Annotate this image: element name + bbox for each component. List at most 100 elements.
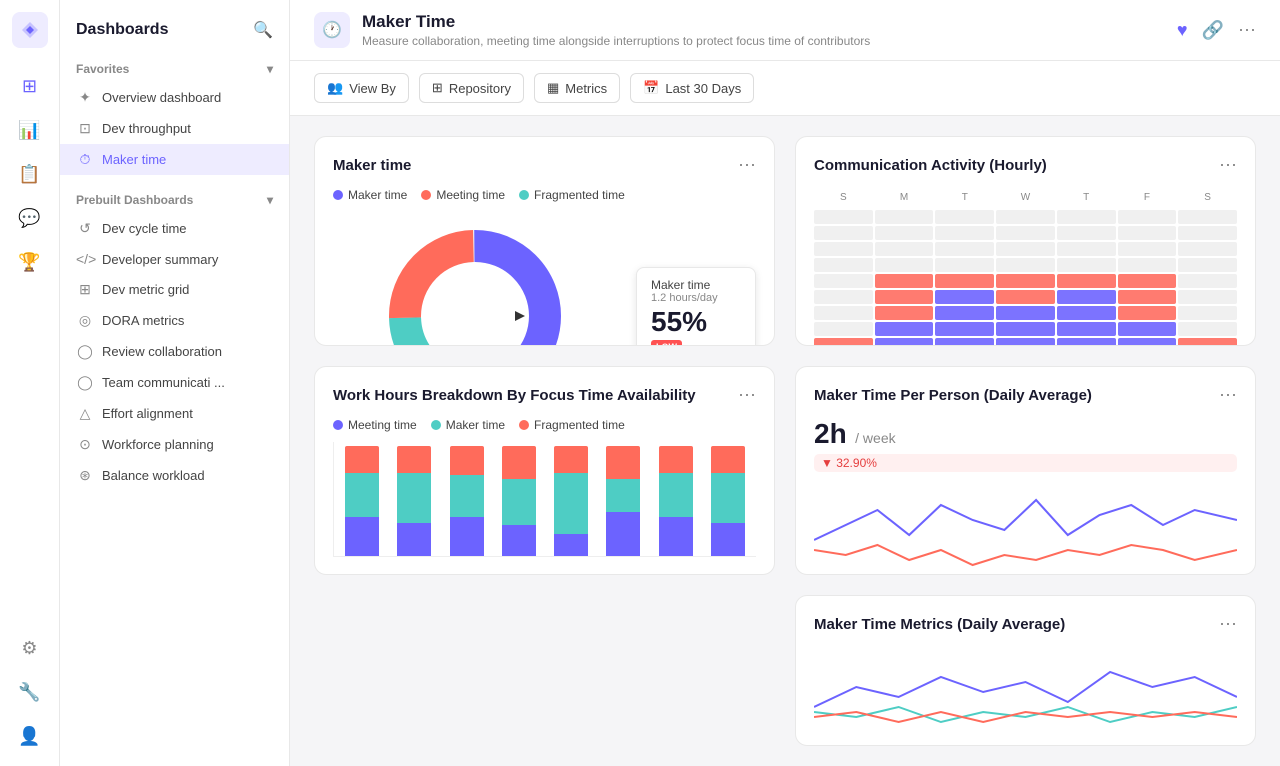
maker-time-icon: ⏱ [76,151,94,168]
bar-segment [397,473,431,523]
heatmap-cell [996,338,1055,346]
heatmap-cell [814,322,873,336]
metrics-label: Metrics [565,81,607,96]
comm-menu-button[interactable]: ⋯ [1219,155,1237,176]
heatmap-cell [996,322,1055,336]
bar-segment [502,525,536,556]
heatmap-cell [1178,242,1237,256]
heatmap-cell [814,274,873,288]
bar-segment [345,473,379,517]
effort-icon: △ [76,405,94,422]
date-range-filter[interactable]: 📅 Last 30 Days [630,73,754,103]
heatmap-cell [875,290,934,304]
heatmap-cell [996,306,1055,320]
sidebar-item-workforce[interactable]: ⊙ Workforce planning [60,429,289,460]
heatmap-cell [814,306,873,320]
metrics-filter[interactable]: ▦ Metrics [534,73,620,103]
nav-analytics-icon[interactable]: 📊 [12,112,48,148]
bar-segment [554,473,588,534]
metrics-header: Maker Time Metrics (Daily Average) ⋯ [814,614,1237,635]
nav-settings-icon[interactable]: ⚙ [12,630,48,666]
view-by-filter[interactable]: 👥 View By [314,73,409,103]
favorites-section[interactable]: Favorites ▾ [60,56,289,82]
sidebar: Dashboards 🔍 Favorites ▾ ✦ Overview dash… [60,0,290,766]
app-logo[interactable] [12,12,48,48]
heatmap-col-6 [1178,210,1237,346]
heatmap-cell [875,226,934,240]
bar-segment [659,446,693,474]
favorites-label: Favorites [76,62,129,76]
heatmap-cell [1057,258,1116,272]
sidebar-item-maker-time[interactable]: ⏱ Maker time [60,144,289,175]
per-person-stat: 2h / week [814,418,1237,450]
repository-filter[interactable]: ⊞ Repository [419,73,524,103]
bar-group [390,446,438,556]
heatmap-cell [1178,290,1237,304]
sidebar-item-balance[interactable]: ⊛ Balance workload [60,460,289,491]
bar-segment [659,517,693,556]
bar-group [338,446,386,556]
bar-segment [397,446,431,474]
bar-segment [345,517,379,556]
work-hours-menu-button[interactable]: ⋯ [738,385,756,406]
bar-segment [711,446,745,474]
sidebar-item-effort[interactable]: △ Effort alignment [60,398,289,429]
prebuilt-section[interactable]: Prebuilt Dashboards ▾ [60,187,289,213]
heatmap-cell [1057,306,1116,320]
sidebar-item-label: Review collaboration [102,344,222,359]
heatmap-cell [935,306,994,320]
donut-tooltip: Maker time 1.2 hours/day 55% LOW [636,267,756,346]
heatmap-cell [935,210,994,224]
sidebar-item-dev-cycle[interactable]: ↺ Dev cycle time [60,213,289,244]
nav-tasks-icon[interactable]: 🏆 [12,244,48,280]
sidebar-item-team-comm[interactable]: ◯ Team communicati ... [60,367,289,398]
sidebar-item-dev-metric[interactable]: ⊞ Dev metric grid [60,274,289,305]
heatmap-cell [1057,242,1116,256]
more-options-button[interactable]: ⋯ [1238,20,1256,41]
bar-group [704,446,752,556]
heatmap-col-2 [935,210,994,346]
nav-dashboards-icon[interactable]: ⊞ [12,68,48,104]
nav-messages-icon[interactable]: 💬 [12,200,48,236]
search-icon[interactable]: 🔍 [253,20,273,40]
nav-reports-icon[interactable]: 📋 [12,156,48,192]
bar-segment [450,475,484,517]
sidebar-item-label: Dev cycle time [102,221,187,236]
sidebar-item-developer-summary[interactable]: </> Developer summary [60,244,289,274]
nav-settings2-icon[interactable]: 🔧 [12,674,48,710]
heatmap-cell [1118,226,1177,240]
bar-group [547,446,595,556]
heatmap-col-1 [875,210,934,346]
sidebar-item-dev-throughput[interactable]: ⊡ Dev throughput [60,113,289,144]
metrics-menu-button[interactable]: ⋯ [1219,614,1237,635]
heatmap-cell [1178,226,1237,240]
maker-time-menu-button[interactable]: ⋯ [738,155,756,176]
bar-segment [606,512,640,556]
per-person-menu-button[interactable]: ⋯ [1219,385,1237,406]
stat-unit: / week [855,430,895,446]
sidebar-item-dora[interactable]: ◎ DORA metrics [60,305,289,336]
bar-stack [554,446,588,556]
heatmap-cell [996,258,1055,272]
day-label-w: W [996,192,1055,206]
work-hours-card: Work Hours Breakdown By Focus Time Avail… [314,366,775,576]
heatmap-cell [814,258,873,272]
metrics-chart-area [814,647,1237,727]
dashboard-grid: Maker time ⋯ Maker time Meeting time Fra… [290,116,1280,766]
heatmap-cell [875,338,934,346]
sidebar-item-review[interactable]: ◯ Review collaboration [60,336,289,367]
bar-segment [502,479,536,525]
heatmap-cell [814,242,873,256]
nav-user-icon[interactable]: 👤 [12,718,48,754]
sidebar-item-label: Balance workload [102,468,205,483]
heatmap-cell [1118,322,1177,336]
sidebar-item-overview[interactable]: ✦ Overview dashboard [60,82,289,113]
legend-dot-fragmented2 [519,420,529,430]
favorite-button[interactable]: ♥ [1177,20,1188,41]
heatmap-cell [1178,306,1237,320]
link-button[interactable]: 🔗 [1202,20,1224,41]
main-content: 🕐 Maker Time Measure collaboration, meet… [290,0,1280,766]
bar-segment [554,446,588,474]
review-icon: ◯ [76,343,94,360]
legend-dot-maker2 [431,420,441,430]
